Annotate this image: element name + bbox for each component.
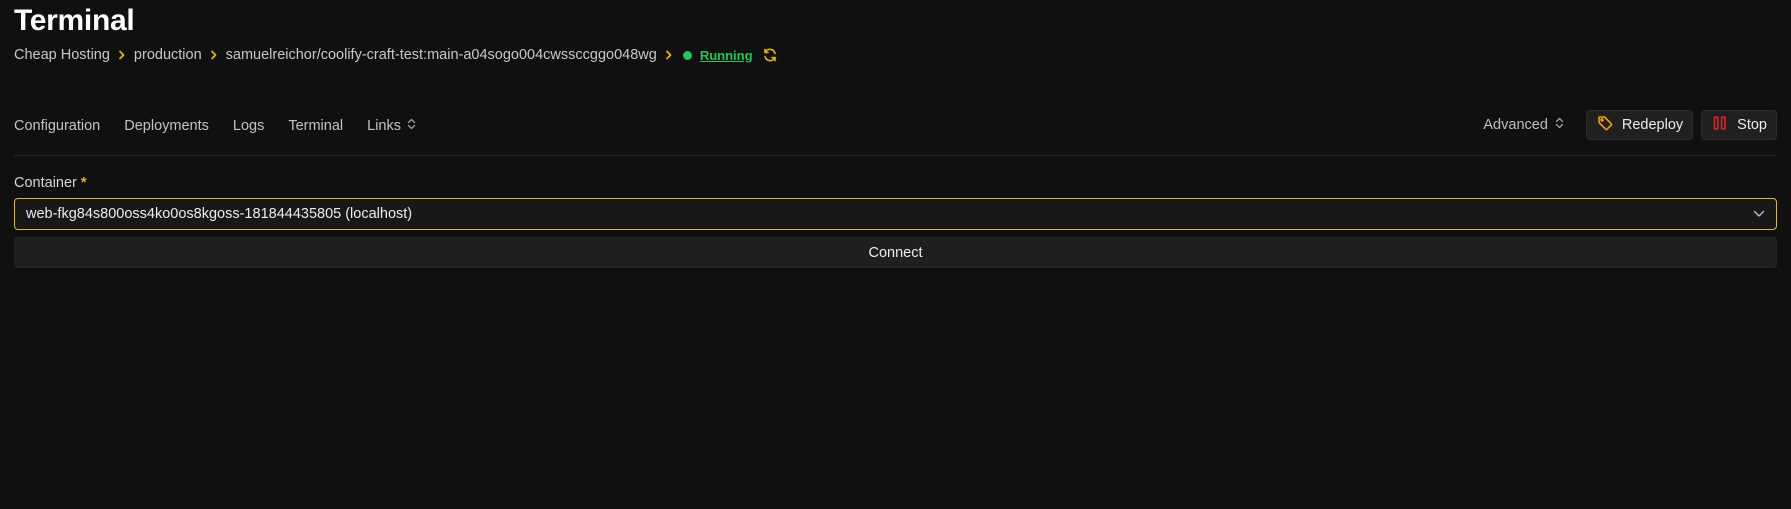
stop-button[interactable]: Stop xyxy=(1701,110,1777,140)
pause-icon xyxy=(1711,114,1729,136)
breadcrumb-project[interactable]: Cheap Hosting xyxy=(14,47,110,63)
container-select[interactable]: web-fkg84s800oss4ko0os8kgoss-18184443580… xyxy=(14,198,1777,230)
breadcrumb-application[interactable]: samuelreichor/coolify-craft-test:main-a0… xyxy=(226,47,657,63)
connect-button[interactable]: Connect xyxy=(14,237,1777,268)
chevron-right-icon xyxy=(110,50,134,60)
app-navbar: Configuration Deployments Logs Terminal … xyxy=(14,110,1777,156)
chevron-right-icon xyxy=(657,50,681,60)
breadcrumb-environment[interactable]: production xyxy=(134,47,202,63)
chevron-down-icon xyxy=(1753,210,1765,218)
advanced-label: Advanced xyxy=(1483,117,1548,133)
status-dot-icon xyxy=(682,50,692,60)
chevron-right-icon xyxy=(202,50,226,60)
redeploy-button[interactable]: Redeploy xyxy=(1585,110,1694,140)
container-label-text: Container xyxy=(14,175,77,191)
advanced-dropdown[interactable]: Advanced xyxy=(1483,117,1564,133)
tab-links[interactable]: Links xyxy=(367,118,416,134)
refresh-icon[interactable] xyxy=(762,47,778,63)
breadcrumb: Cheap Hosting production samuelreichor/c… xyxy=(14,47,778,63)
redeploy-label: Redeploy xyxy=(1621,117,1684,133)
status-badge[interactable]: Running xyxy=(700,48,753,63)
tab-links-label: Links xyxy=(367,118,401,134)
tag-icon xyxy=(1596,114,1614,136)
tab-logs[interactable]: Logs xyxy=(233,118,264,134)
required-mark: * xyxy=(80,175,87,191)
tab-configuration[interactable]: Configuration xyxy=(14,118,100,134)
page-title: Terminal xyxy=(14,4,135,37)
updown-chevron-icon xyxy=(407,118,416,134)
container-label: Container * xyxy=(14,175,87,191)
stop-label: Stop xyxy=(1737,117,1767,133)
toolbar-actions: Advanced Redeploy Stop xyxy=(1483,110,1777,140)
updown-chevron-icon xyxy=(1555,117,1564,133)
tab-list: Configuration Deployments Logs Terminal … xyxy=(14,118,416,134)
terminal-page: Terminal Cheap Hosting production samuel… xyxy=(0,0,1791,509)
container-select-value: web-fkg84s800oss4ko0os8kgoss-18184443580… xyxy=(26,206,413,222)
tab-deployments[interactable]: Deployments xyxy=(124,118,209,134)
tab-terminal[interactable]: Terminal xyxy=(288,118,343,134)
